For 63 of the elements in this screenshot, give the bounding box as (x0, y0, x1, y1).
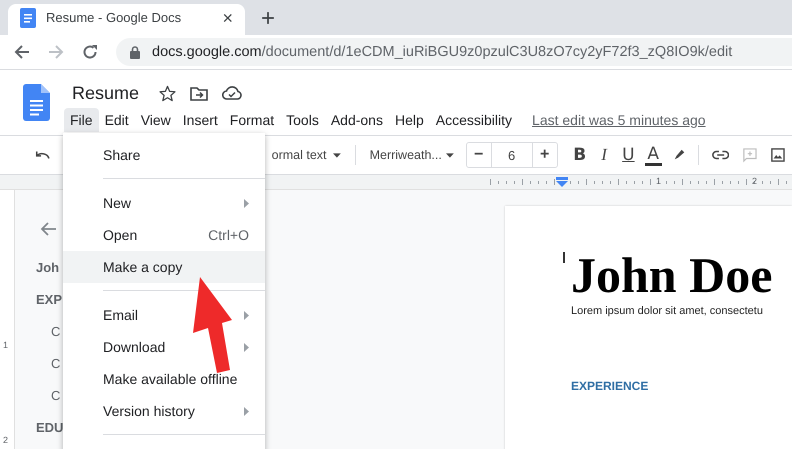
menu-item[interactable]: File (64, 108, 99, 132)
cloud-check-icon[interactable] (222, 86, 242, 100)
menu-item[interactable]: Format (224, 108, 280, 132)
format-button[interactable]: I (592, 145, 616, 165)
body-text: Lorem ipsum dolor sit amet, consectetu (571, 305, 764, 317)
highlighter-icon[interactable] (672, 148, 686, 162)
menu-item[interactable]: New (63, 187, 265, 219)
folder-icon[interactable] (190, 86, 208, 100)
outline-item[interactable]: EXP (36, 284, 62, 316)
format-button[interactable]: U (616, 145, 641, 165)
font-dropdown[interactable]: Merriweath... (370, 148, 442, 162)
menu-item[interactable]: Insert (176, 108, 224, 132)
style-dropdown[interactable]: ormal text (272, 148, 329, 162)
menu-item[interactable]: Email (63, 299, 265, 331)
ruler-number: 1 (3, 340, 8, 350)
outline-item[interactable]: Joh (36, 252, 60, 284)
menu-item[interactable]: Make available offline (63, 363, 265, 395)
menu-item[interactable]: Open Ctrl+O (63, 219, 265, 251)
heading-text: John Doe (571, 248, 774, 303)
back-icon[interactable] (14, 44, 30, 60)
document-icon (20, 8, 36, 28)
format-button[interactable]: A (644, 144, 662, 166)
increase-size-button[interactable]: + (532, 143, 557, 167)
ruler-number: 1 (656, 176, 662, 186)
tab-title: Resume - Google Docs (46, 10, 182, 25)
close-tab-button[interactable]: × (222, 8, 233, 26)
browser-tab[interactable]: Resume - Google Docs × (8, 4, 245, 35)
menu-item[interactable]: Share (63, 139, 265, 171)
address-bar[interactable]: docs.google.com/document/d/1eCDM_iuRiBGU9z0pzulC3U8zO7cy2yF72f3_zQ8IO9k/edit (116, 38, 792, 66)
menu-item[interactable]: Edit (98, 108, 135, 132)
last-edit-link[interactable]: Last edit was 5 minutes ago (532, 112, 706, 128)
section-heading: EXPERIENCE (571, 379, 650, 393)
caret-icon[interactable] (446, 152, 454, 158)
document-icon[interactable] (23, 84, 50, 121)
new-tab-button[interactable]: + (261, 7, 276, 31)
menu-item[interactable]: Version history (63, 395, 265, 427)
outline-item[interactable]: C (36, 348, 60, 380)
ruler-number: 2 (752, 176, 758, 186)
caret-icon[interactable] (332, 152, 341, 158)
outline-item[interactable]: C (36, 380, 60, 412)
image-icon[interactable] (771, 147, 786, 163)
link-icon[interactable] (712, 150, 730, 160)
ruler-number: 2 (3, 435, 8, 445)
reload-icon[interactable] (82, 44, 98, 60)
menu-item[interactable]: Add-ons (324, 108, 389, 132)
menu-item[interactable]: Help (388, 108, 430, 132)
outline-item[interactable]: C (36, 316, 60, 348)
menu-item[interactable]: Accessibility (430, 108, 518, 132)
star-icon[interactable] (159, 84, 176, 102)
menu-item[interactable]: Make a copy (63, 251, 265, 283)
menu-item[interactable]: Tools (280, 108, 325, 132)
font-size-field[interactable]: 6 (490, 143, 533, 167)
menu-item[interactable]: Download (63, 331, 265, 363)
decrease-size-button[interactable]: − (466, 143, 491, 167)
menu-item[interactable]: View (134, 108, 177, 132)
undo-icon[interactable] (35, 149, 51, 161)
url-text: docs.google.com/document/d/1eCDM_iuRiBGU9z0pzulC3U8zO7cy2yF72f3_zQ8IO9k/edit (152, 44, 732, 60)
indent-marker[interactable] (556, 177, 568, 187)
back-arrow-icon[interactable] (40, 222, 56, 236)
lock-icon (130, 46, 140, 58)
document-title[interactable]: Resume (72, 82, 140, 104)
format-button[interactable]: B (568, 145, 592, 165)
outline-item[interactable]: EDU (36, 412, 64, 444)
